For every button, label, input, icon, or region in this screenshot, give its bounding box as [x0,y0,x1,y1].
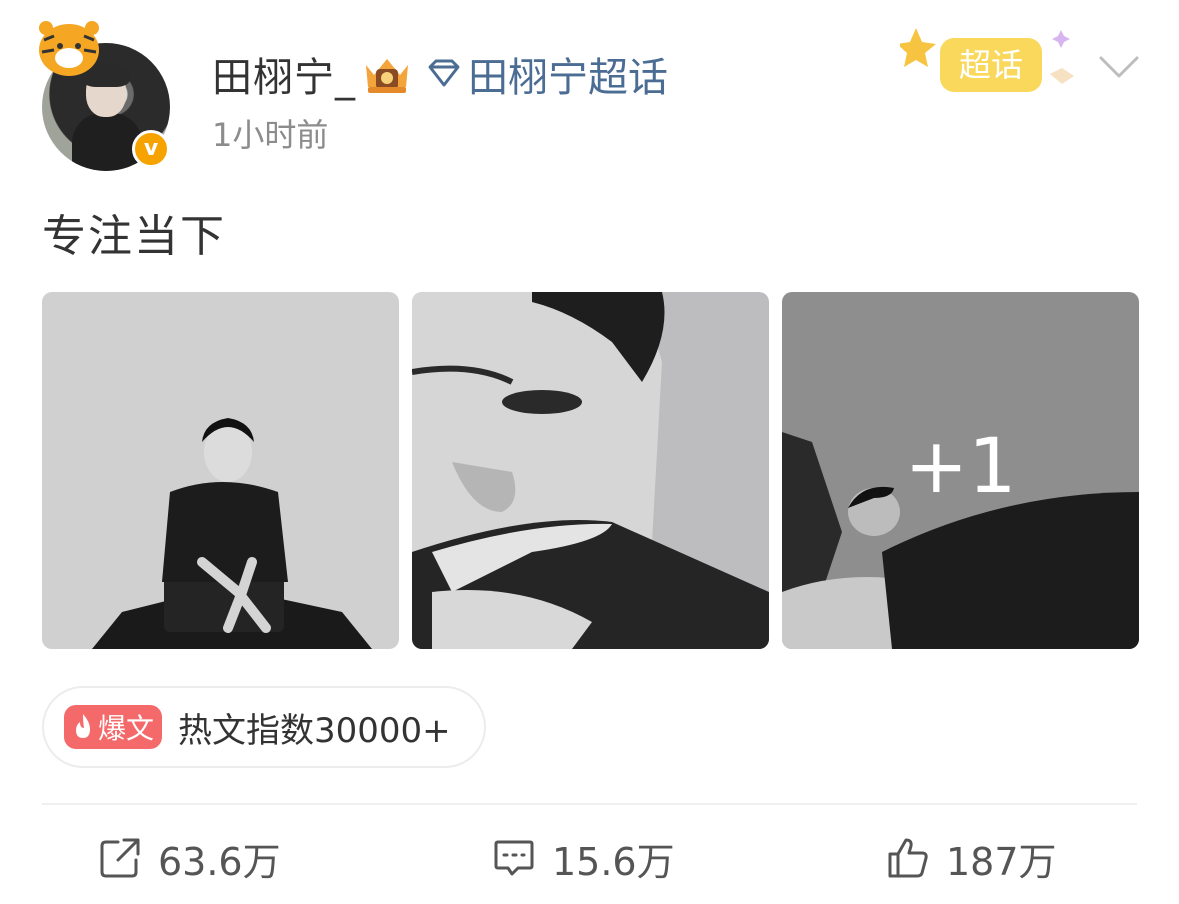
topic-link[interactable]: 田栩宁超话 [468,45,668,103]
chaohua-label: 超话 [959,46,1023,84]
name-row: 田栩宁_ 田栩宁超话 [212,46,668,102]
share-button[interactable]: 63.6万 [98,832,281,884]
post-time: 1小时前 [212,116,329,154]
verified-v-icon: v [132,130,170,168]
avatar-shirt [72,113,142,171]
hot-index-text: 热文指数30000+ [178,710,451,751]
username[interactable]: 田栩宁_ [212,45,356,103]
chevron-down-icon[interactable] [1097,52,1141,82]
tiger-icon [39,21,99,76]
more-images-count: +1 [904,421,1017,510]
post-text: 专注当下 [42,211,226,262]
post-image-3[interactable]: +1 [782,292,1139,649]
hot-tag-label: 爆文 [98,712,155,745]
diamond-icon [428,59,460,87]
hot-index-pill[interactable]: 爆文 热文指数30000+ [42,686,486,768]
image-grid: +1 [42,292,1139,649]
like-button[interactable]: 187万 [886,832,1057,884]
comment-icon [494,840,534,876]
share-count: 63.6万 [158,839,281,884]
post-image-2[interactable] [412,292,769,649]
crown-icon[interactable] [360,51,414,97]
flame-icon [76,714,90,738]
hot-tag: 爆文 [64,705,163,749]
comment-button[interactable]: 15.6万 [492,832,675,884]
chaohua-badge[interactable]: 超话 [900,22,1085,102]
like-icon [888,838,928,878]
divider [42,803,1137,805]
comment-count: 15.6万 [552,839,675,884]
like-count: 187万 [946,839,1057,884]
post-image-1[interactable] [42,292,399,649]
avatar-wrap[interactable]: v [34,18,174,171]
share-icon [100,838,140,878]
